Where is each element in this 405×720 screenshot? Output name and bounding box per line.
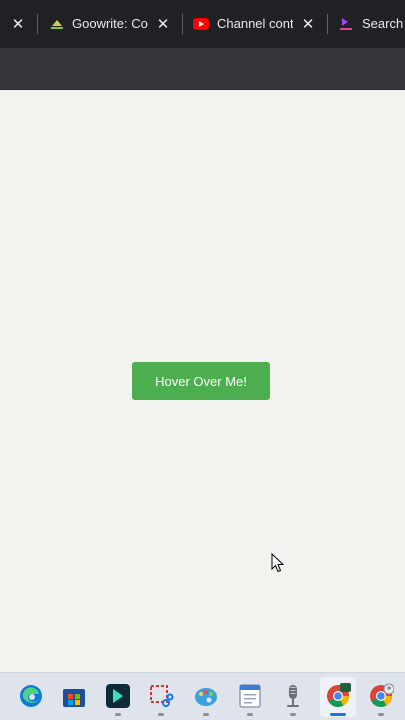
edge-icon[interactable] xyxy=(18,683,44,709)
tab-title: Goowrite: Cod xyxy=(72,16,148,31)
chrome-profile-icon[interactable] xyxy=(368,683,394,709)
tab-separator xyxy=(37,14,38,34)
snipping-tool-icon[interactable] xyxy=(148,683,174,709)
close-tab-icon[interactable]: ✕ xyxy=(154,15,172,33)
goowrite-favicon-icon xyxy=(51,20,63,29)
running-indicator xyxy=(158,713,164,716)
filmora-icon[interactable] xyxy=(105,683,131,709)
chrome-icon[interactable] xyxy=(325,683,351,709)
notepad-icon[interactable] xyxy=(237,683,263,709)
running-indicator xyxy=(290,713,296,716)
youtube-favicon-icon xyxy=(193,18,209,30)
paint-icon[interactable] xyxy=(193,683,219,709)
store-icon[interactable] xyxy=(61,683,87,709)
running-indicator xyxy=(378,713,384,716)
search-favicon-icon xyxy=(340,18,352,30)
page-content: Hover Over Me! xyxy=(0,90,405,672)
running-indicator xyxy=(203,713,209,716)
running-indicator xyxy=(115,713,121,716)
tab-title: Channel conte xyxy=(217,16,293,31)
close-tab-icon[interactable]: ✕ xyxy=(9,15,27,33)
hover-over-me-button[interactable]: Hover Over Me! xyxy=(132,362,270,400)
close-tab-icon[interactable]: ✕ xyxy=(299,15,317,33)
browser-toolbar xyxy=(0,48,405,90)
tab-separator xyxy=(182,14,183,34)
browser-tab-bar: ✕ Goowrite: Cod ✕ Channel conte ✕ Search… xyxy=(0,0,405,48)
active-indicator xyxy=(330,713,346,716)
running-indicator xyxy=(247,713,253,716)
tab-title: Search f xyxy=(362,16,405,31)
tab-separator xyxy=(327,14,328,34)
microphone-icon[interactable] xyxy=(280,683,306,709)
mouse-cursor-icon xyxy=(271,553,285,573)
taskbar xyxy=(0,672,405,720)
